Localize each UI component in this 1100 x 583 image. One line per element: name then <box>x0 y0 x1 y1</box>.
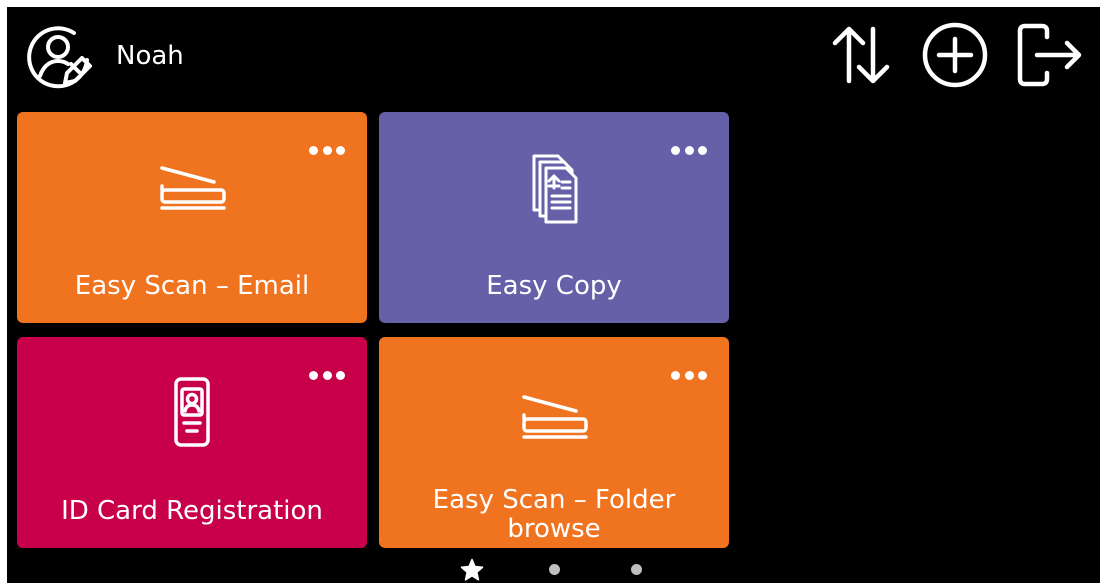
tile-label: ID Card Registration <box>61 496 323 526</box>
tile-easy-copy[interactable]: Easy Copy <box>379 112 729 323</box>
add-button[interactable] <box>920 20 990 90</box>
tile-label: Easy Copy <box>486 271 622 301</box>
scanner-icon <box>160 166 226 210</box>
tile-more-button[interactable] <box>671 368 707 382</box>
copy-documents-icon <box>532 154 578 224</box>
page-indicator <box>7 558 1100 582</box>
star-icon[interactable] <box>460 558 484 582</box>
sort-arrows-icon <box>832 26 890 84</box>
tile-more-button[interactable] <box>309 143 345 157</box>
tile-id-card-registration[interactable]: ID Card Registration <box>17 337 367 548</box>
logout-icon <box>1017 23 1082 87</box>
page-dot[interactable] <box>631 564 642 575</box>
tile-label: Easy Scan – Email <box>74 271 310 301</box>
page-dot[interactable] <box>549 564 560 575</box>
user-area[interactable]: Noah <box>24 18 184 94</box>
add-circle-icon <box>922 22 988 88</box>
tile-easy-scan-folder-browse[interactable]: Easy Scan – Folder browse <box>379 337 729 548</box>
user-edit-icon[interactable] <box>24 20 96 92</box>
home-screen: Noah Easy Scan – Email Easy Copy ID Card… <box>7 7 1100 583</box>
tile-more-button[interactable] <box>671 143 707 157</box>
user-name: Noah <box>116 41 184 71</box>
scanner-icon <box>522 395 588 439</box>
tile-more-button[interactable] <box>309 368 345 382</box>
sort-button[interactable] <box>826 20 896 90</box>
id-card-icon <box>174 377 210 447</box>
tile-label: Easy Scan – Folder browse <box>432 485 676 544</box>
top-actions <box>826 20 1084 90</box>
logout-button[interactable] <box>1014 20 1084 90</box>
tile-easy-scan-email[interactable]: Easy Scan – Email <box>17 112 367 323</box>
